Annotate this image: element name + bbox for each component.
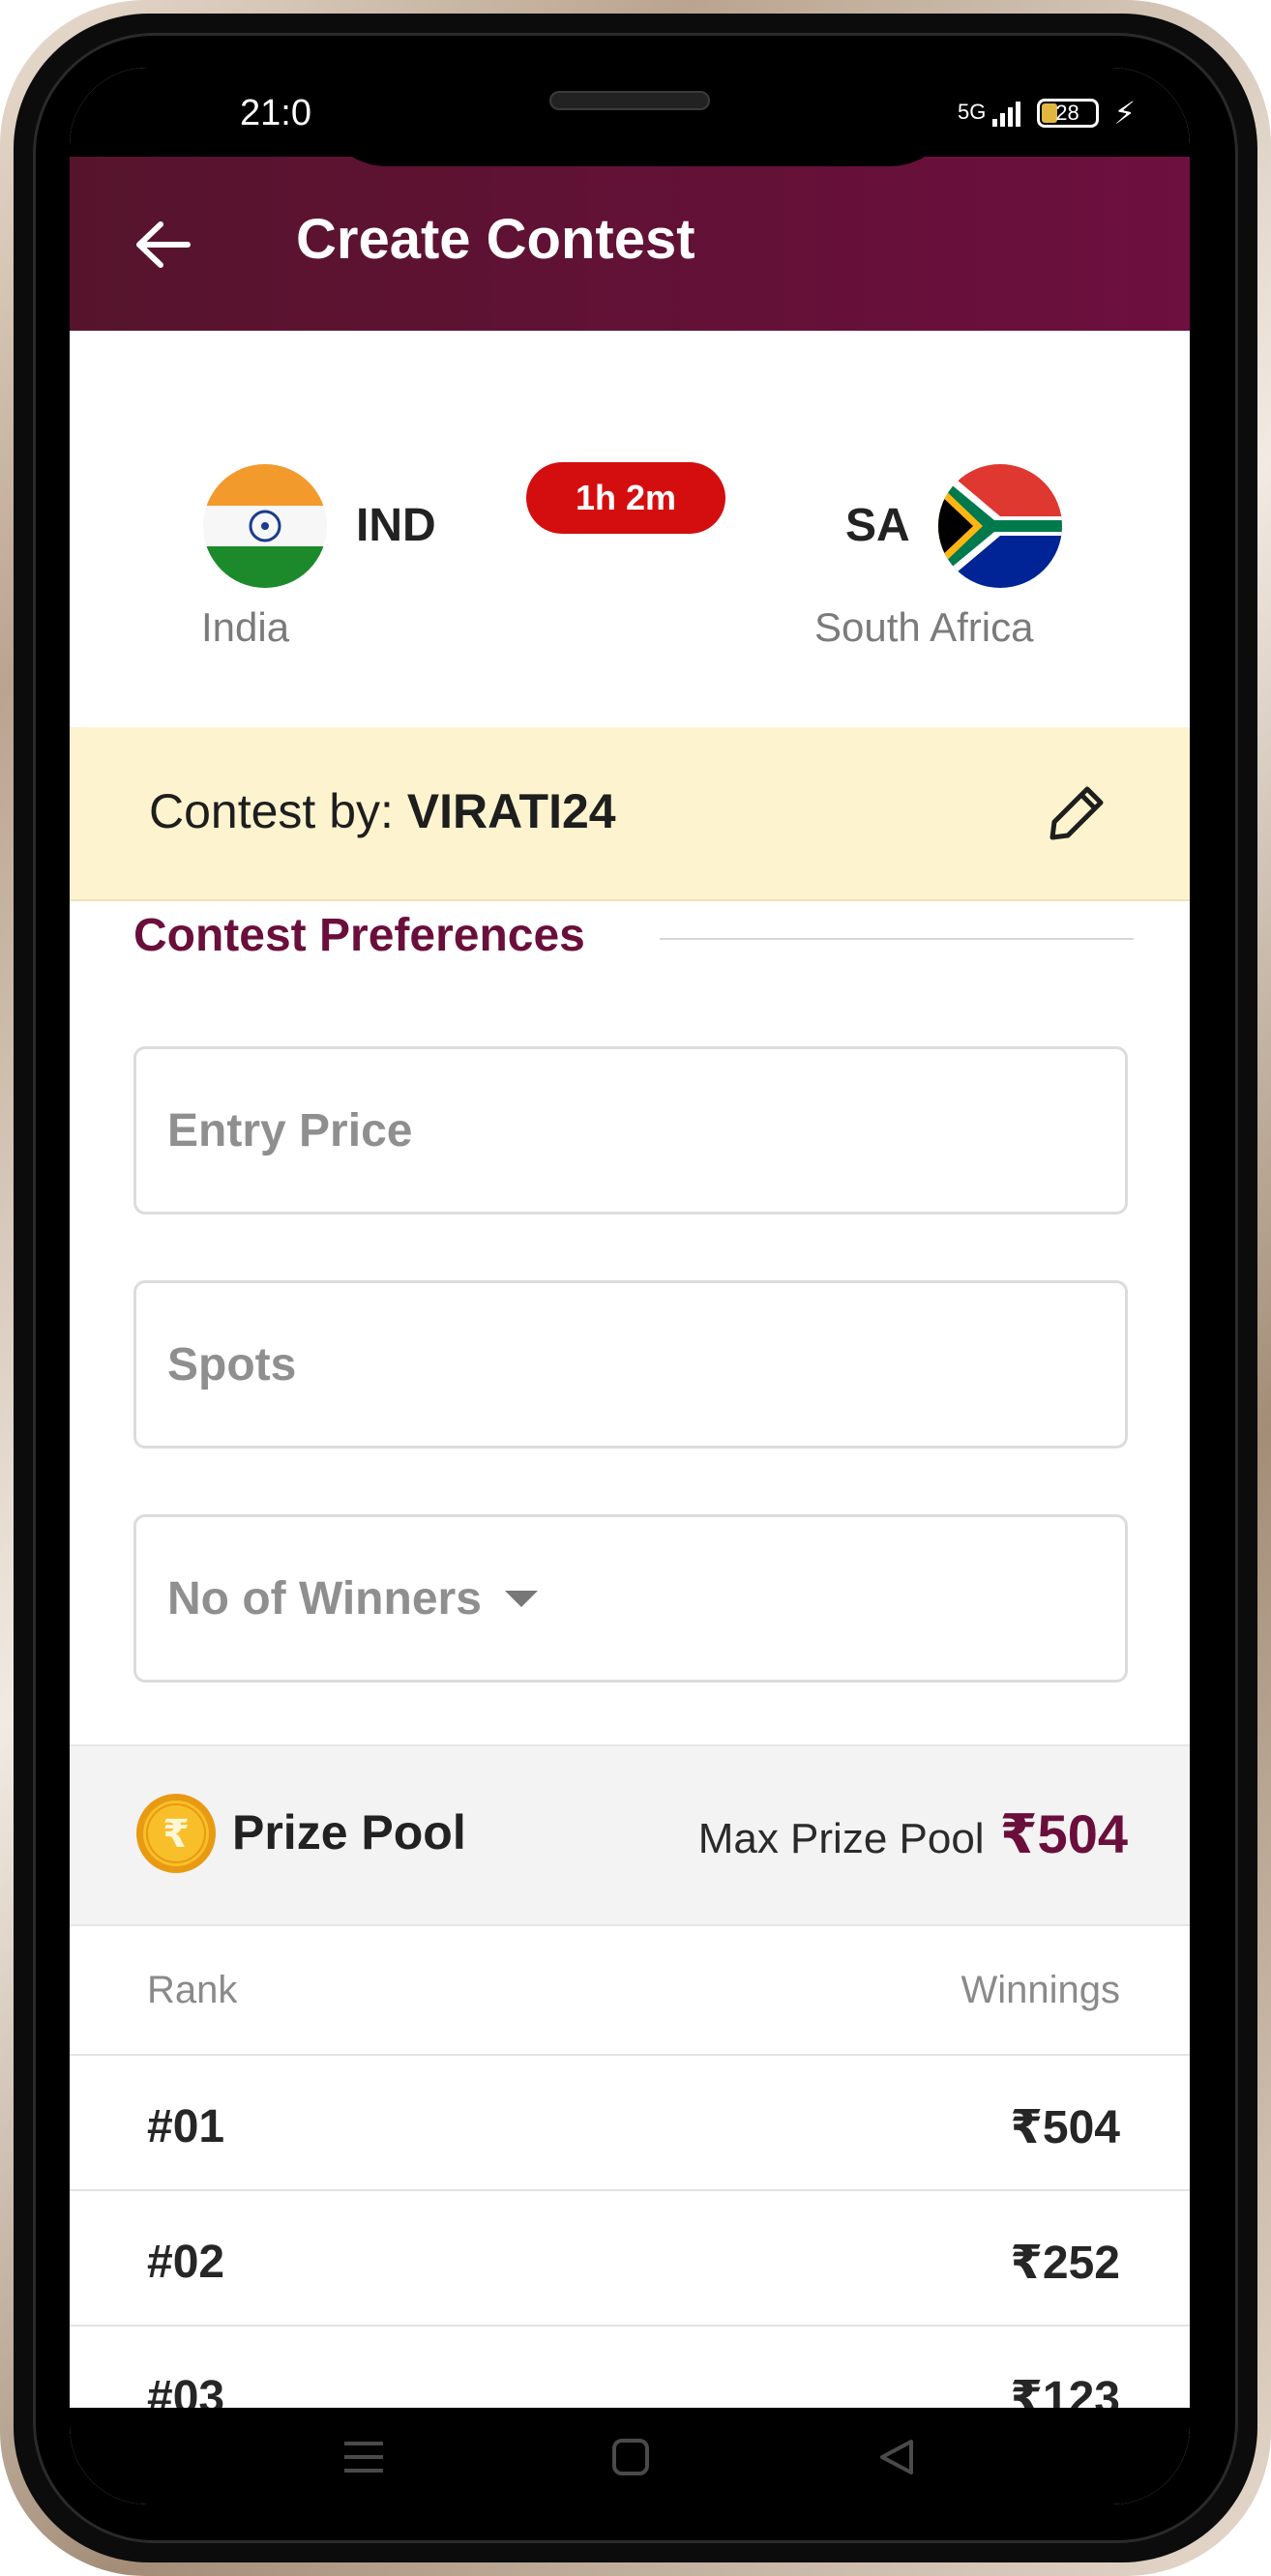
south-africa-flag-icon [938,464,1062,588]
menu-nav-icon[interactable] [342,2435,385,2487]
contest-creator-username: VIRATI24 [406,784,616,838]
winners-dropdown-content: No of Winners [167,1517,538,1680]
svg-text:₹: ₹ [163,1812,190,1857]
section-divider [660,938,1134,940]
winnings-table: Rank Winnings #01 ₹504 #02 ₹252 #03 ₹123 [70,1922,1190,2462]
entry-price-placeholder: Entry Price [167,1104,413,1156]
app-bar: Create Contest [70,157,1190,331]
battery-icon: 28 [1036,99,1099,128]
dropdown-caret-icon [504,1590,538,1607]
winners-dropdown[interactable]: No of Winners [133,1514,1128,1683]
rank-column-header: Rank [147,1969,238,2011]
max-prize-pool-value: ₹504 [999,1803,1128,1864]
max-prize-pool-label: Max Prize Pool [697,1815,985,1862]
battery-level: 28 [1055,101,1079,125]
home-team-code: IND [356,500,436,551]
earpiece-speaker [549,91,710,110]
entry-price-input[interactable]: Entry Price [133,1046,1128,1215]
status-icons: 5G 28 ⚡ [958,95,1136,132]
prize-pool-bar: ₹ Prize Pool Max Prize Pool ₹504 [70,1744,1190,1926]
back-nav-icon[interactable] [876,2435,915,2487]
max-prize-pool: Max Prize Pool ₹504 [698,1802,1128,1866]
camera-notch [319,68,958,166]
home-team-name: India [201,604,290,650]
winners-placeholder: No of Winners [167,1572,482,1625]
edit-pencil-icon[interactable] [1047,781,1108,843]
spots-input[interactable]: Spots [133,1280,1128,1449]
away-team-name: South Africa [814,604,1034,650]
match-header: IND India 1h 2m SA South Africa [70,331,1190,729]
prize-pool-title: Prize Pool [232,1805,466,1859]
contest-by-banner: Contest by: VIRATI24 [70,727,1190,901]
charging-icon: ⚡ [1113,96,1136,131]
back-arrow-icon[interactable] [133,220,192,269]
table-header: Rank Winnings [70,1922,1190,2056]
contest-preferences-heading: Contest Preferences [133,910,585,961]
phone-frame: 21:0 5G 28 ⚡ Create Contest IND India 1h… [0,0,1271,2576]
rupee-coin-icon: ₹ [135,1793,217,1874]
winnings-cell: ₹252 [1010,2238,1120,2289]
table-row: #01 ₹504 [70,2056,1190,2191]
contest-by-label: Contest by: VIRATI24 [149,784,616,838]
signal-icon: 5G [958,100,1020,127]
winnings-column-header: Winnings [961,1969,1120,2011]
winnings-cell: ₹504 [1010,2102,1120,2153]
status-bar: 21:0 5G 28 ⚡ [70,68,1190,166]
screen: 21:0 5G 28 ⚡ Create Contest IND India 1h… [70,68,1190,2504]
match-countdown-badge: 1h 2m [526,462,725,534]
system-nav-bar [70,2408,1190,2504]
page-title: Create Contest [296,208,695,271]
away-team-code: SA [845,500,910,551]
status-time: 21:0 [240,93,311,133]
rank-cell: #01 [147,2101,225,2152]
india-flag-icon [203,464,327,588]
network-type: 5G [958,100,987,125]
rank-cell: #02 [147,2237,225,2288]
home-nav-icon[interactable] [611,2435,650,2487]
spots-placeholder: Spots [167,1338,297,1390]
table-row: #02 ₹252 [70,2191,1190,2327]
